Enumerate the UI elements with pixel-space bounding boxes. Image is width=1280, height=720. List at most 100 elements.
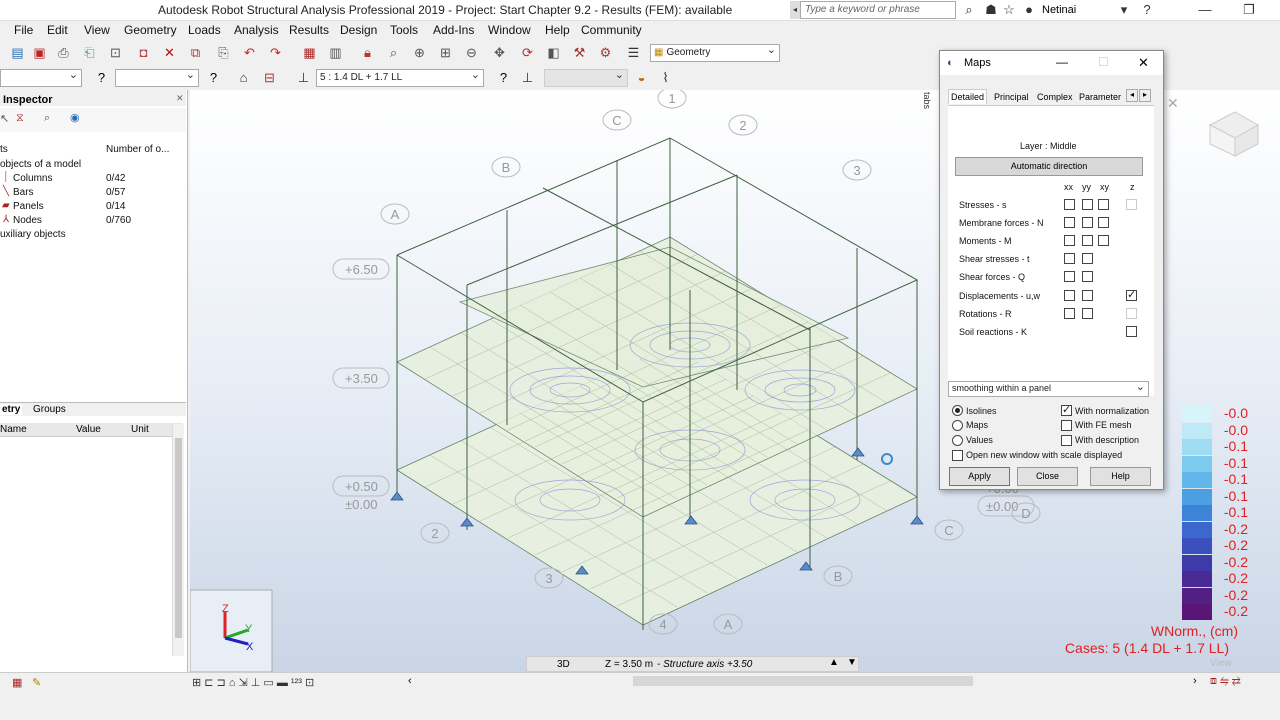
open-icon[interactable]: ▤	[8, 43, 27, 62]
menu-add-ins[interactable]: Add-Ins	[433, 23, 474, 37]
save-icon[interactable]: ▣	[30, 43, 49, 62]
view-icon[interactable]: ◧	[544, 43, 563, 62]
tab-geometry[interactable]: etry	[0, 404, 23, 415]
list-item[interactable]: Panels	[13, 201, 44, 212]
zoom-out-icon[interactable]: ⊖	[462, 43, 481, 62]
close-button[interactable]: Close	[1017, 467, 1078, 486]
shear-stresses-xx-checkbox[interactable]	[1064, 253, 1075, 264]
zoom-all-icon[interactable]: ⊞	[436, 43, 455, 62]
isolines-radio[interactable]	[952, 405, 963, 416]
rotations-yy-checkbox[interactable]	[1082, 308, 1093, 319]
display-icon[interactable]: ⌂	[234, 68, 253, 87]
selection-combo[interactable]	[0, 68, 82, 87]
tab-parameter[interactable]: Parameter	[1079, 92, 1121, 102]
open-new-window-checkbox[interactable]	[952, 450, 963, 461]
membrane-xy-checkbox[interactable]	[1098, 217, 1109, 228]
rotations-xx-checkbox[interactable]	[1064, 308, 1075, 319]
people-icon[interactable]: ☗	[982, 1, 1000, 19]
animation-icon[interactable]: ⌇	[656, 68, 675, 87]
rotate-icon[interactable]: ⟳	[518, 43, 537, 62]
moments-yy-checkbox[interactable]	[1082, 235, 1093, 246]
cut-icon[interactable]: ✕	[160, 43, 179, 62]
menu-tools[interactable]: Tools	[390, 23, 418, 37]
display-options-icon[interactable]: ⊞ ⊏ ⊐ ⌂ ⇲ ⊥ ▭ ▬ ¹²³ ⊡	[192, 676, 314, 689]
binoculars-icon[interactable]: ⌕	[960, 1, 978, 19]
table-icon[interactable]: ▥	[326, 43, 345, 62]
page-preview-icon[interactable]: ⊡	[106, 43, 125, 62]
auxiliary-objects[interactable]: uxiliary objects	[0, 229, 66, 240]
user-name[interactable]: Netinai	[1042, 4, 1076, 16]
calc-icon[interactable]: ⚒	[570, 43, 589, 62]
restore-icon[interactable]: ❐	[1240, 1, 1258, 19]
close-icon[interactable]: ✕	[1138, 55, 1149, 71]
list-item[interactable]: Bars	[13, 187, 34, 198]
tab-complex[interactable]: Complex	[1037, 92, 1073, 102]
maps-radio[interactable]	[952, 420, 963, 431]
search-input[interactable]: Type a keyword or phrase	[800, 1, 956, 19]
menu-results[interactable]: Results	[289, 23, 329, 37]
minimize-icon[interactable]: —	[1056, 55, 1068, 69]
menu-help[interactable]: Help	[545, 23, 570, 37]
tab-scroll-right-icon[interactable]: ▸	[1139, 89, 1151, 102]
view-mode[interactable]: 3D	[557, 659, 570, 670]
description-checkbox[interactable]	[1061, 435, 1072, 446]
minimize-icon[interactable]: —	[1196, 1, 1214, 19]
displacements-z-checkbox[interactable]	[1126, 288, 1137, 301]
menu-community[interactable]: Community	[581, 23, 642, 37]
selection-help-icon[interactable]: ?	[92, 68, 111, 87]
info-icon[interactable]: ◉	[70, 111, 80, 124]
inspector-group[interactable]: objects of a model	[0, 159, 81, 170]
help-button[interactable]: Help	[1090, 467, 1151, 486]
load-case-combo[interactable]: 5 : 1.4 DL + 1.7 LL	[316, 68, 484, 87]
table-icon[interactable]: ▦	[12, 676, 22, 689]
legend-icon[interactable]: ⊟	[260, 68, 279, 87]
displacements-v-checkbox[interactable]	[1082, 290, 1093, 301]
paste-icon[interactable]: ⎘	[214, 43, 233, 62]
print-preview-icon[interactable]: ⎗	[80, 43, 99, 62]
shear-forces-xx-checkbox[interactable]	[1064, 271, 1075, 282]
star-icon[interactable]: ☆	[1000, 1, 1018, 19]
normalization-checkbox[interactable]	[1061, 403, 1072, 416]
print-icon[interactable]: ⎙	[54, 43, 73, 62]
layout-combo[interactable]: ▦ Geometry	[650, 43, 780, 62]
deformation-icon[interactable]: ◒	[632, 68, 651, 87]
select-icon[interactable]: ↖	[0, 112, 9, 125]
help-icon[interactable]: ?	[1138, 1, 1156, 19]
loads-icon[interactable]: ⊥	[518, 68, 537, 87]
object-combo[interactable]	[115, 68, 199, 87]
level-up-icon[interactable]: ▲	[829, 657, 839, 668]
undo-icon[interactable]: ↶	[240, 43, 259, 62]
menu-view[interactable]: View	[84, 23, 110, 37]
edit-icon[interactable]: ✎	[32, 676, 41, 689]
tab-groups[interactable]: Groups	[33, 404, 66, 415]
level-down-icon[interactable]: ▼	[847, 657, 857, 668]
menu-analysis[interactable]: Analysis	[234, 23, 279, 37]
case-help-icon[interactable]: ?	[494, 68, 513, 87]
stresses-xx-checkbox[interactable]	[1064, 199, 1075, 210]
load-case-icon[interactable]: ⊥	[294, 68, 313, 87]
h-scroll-thumb[interactable]	[633, 676, 973, 686]
user-icon[interactable]: ●	[1020, 1, 1038, 19]
scroll-thumb[interactable]	[175, 438, 182, 638]
fe-mesh-checkbox[interactable]	[1061, 420, 1072, 431]
shear-stresses-yy-checkbox[interactable]	[1082, 253, 1093, 264]
lock-icon[interactable]: 🔒︎	[358, 43, 377, 62]
pan-icon[interactable]: ✥	[490, 43, 509, 62]
automatic-direction-button[interactable]: Automatic direction	[955, 157, 1143, 176]
object-help-icon[interactable]: ?	[204, 68, 223, 87]
redo-icon[interactable]: ↷	[266, 43, 285, 62]
displacements-u-checkbox[interactable]	[1064, 290, 1075, 301]
list-item[interactable]: Columns	[13, 173, 52, 184]
tab-detailed[interactable]: Detailed	[948, 89, 988, 104]
menu-geometry[interactable]: Geometry	[124, 23, 177, 37]
screen-capture-icon[interactable]: ◘	[134, 43, 153, 62]
filter-icon[interactable]: ⧖	[16, 112, 24, 125]
soil-reactions-checkbox[interactable]	[1126, 326, 1137, 337]
tab-principal[interactable]: Principal	[994, 92, 1029, 102]
view-cube[interactable]	[1208, 111, 1260, 157]
apply-button[interactable]: Apply	[949, 467, 1010, 486]
layout-1-icon[interactable]: ⧈ ⇋ ⇄	[1210, 675, 1241, 688]
menu-window[interactable]: Window	[488, 23, 531, 37]
mode-combo[interactable]	[544, 68, 628, 87]
list-item[interactable]: Nodes	[13, 215, 42, 226]
